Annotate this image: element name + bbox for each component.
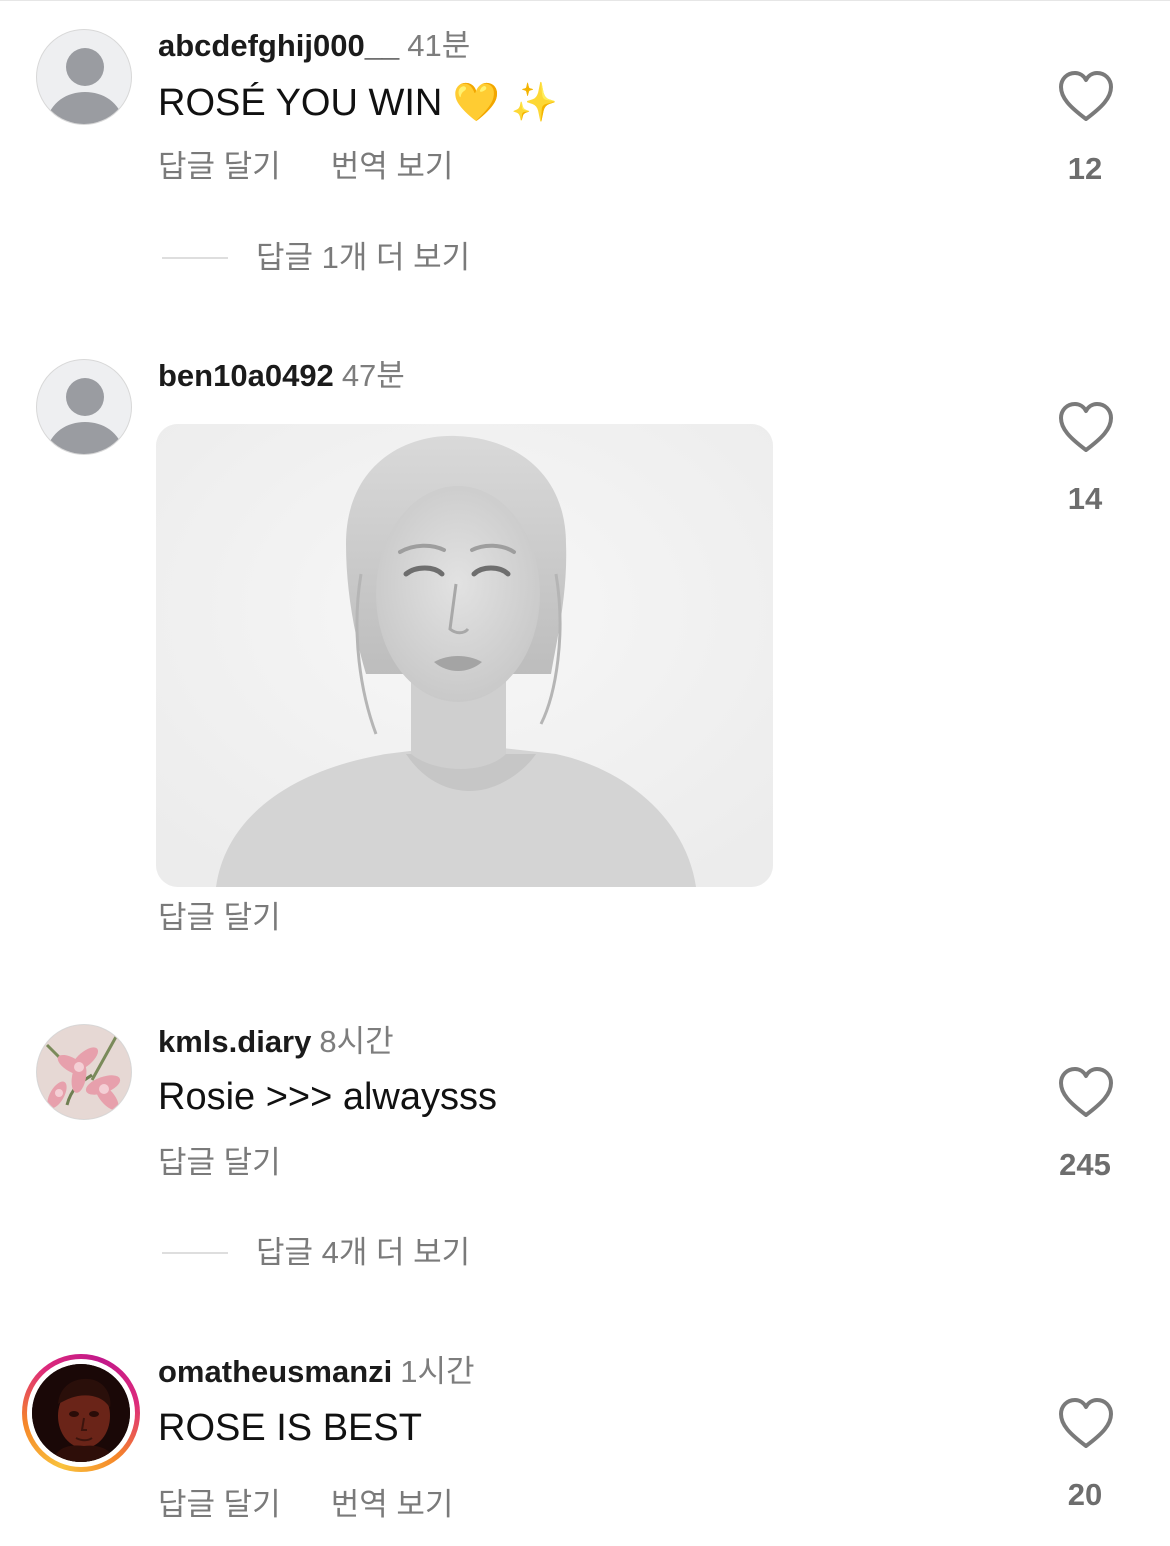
avatar-photo [32, 1364, 130, 1462]
comment-header: omatheusmanzi 1시간 [158, 1352, 475, 1392]
comment-body: ROSE IS BEST [158, 1407, 422, 1449]
comment-text: Rosie >>> alwaysss [158, 1073, 497, 1121]
portrait-image [156, 424, 773, 887]
avatar-flowers[interactable] [36, 1024, 132, 1120]
comment-actions: 답글 달기 [158, 1143, 281, 1183]
comment-body: ROSÉ YOU WIN [158, 82, 453, 124]
yellow-heart-emoji: 💛 [452, 80, 501, 124]
lily-flowers-image [37, 1025, 131, 1119]
heart-outline-icon[interactable] [1056, 67, 1116, 127]
like-count: 14 [1067, 481, 1103, 516]
comment-body: Rosie >>> alwaysss [158, 1076, 497, 1118]
man-portrait-image [32, 1364, 130, 1462]
reply-button[interactable]: 답글 달기 [158, 1487, 281, 1522]
timestamp: 47분 [341, 358, 405, 393]
view-more-replies-label: 답글 1개 더 보기 [256, 240, 471, 275]
timestamp: 41분 [407, 28, 471, 63]
comment-photo[interactable] [156, 424, 773, 887]
username[interactable]: ben10a0492 [158, 358, 334, 393]
view-more-replies[interactable]: 답글 1개 더 보기 [162, 238, 470, 278]
view-more-replies[interactable]: 답글 4개 더 보기 [162, 1233, 470, 1273]
translate-button[interactable]: 번역 보기 [331, 149, 454, 184]
comment-actions: 답글 달기 번역 보기 [158, 1485, 453, 1525]
person-silhouette-icon [45, 378, 125, 454]
comment-text: ROSE IS BEST [158, 1404, 422, 1452]
username[interactable]: omatheusmanzi [158, 1354, 392, 1389]
sparkles-emoji: ✨ [510, 80, 559, 124]
comment-header: kmls.diary 8시간 [158, 1022, 394, 1062]
reply-thread-line [162, 257, 228, 259]
timestamp: 8시간 [319, 1024, 394, 1059]
reply-button[interactable]: 답글 달기 [158, 900, 281, 935]
like-count: 12 [1067, 151, 1103, 186]
like-count: 20 [1067, 1477, 1103, 1512]
timestamp: 1시간 [400, 1354, 475, 1389]
top-divider [0, 0, 1170, 1]
reply-button[interactable]: 답글 달기 [158, 1145, 281, 1180]
avatar-default[interactable] [36, 29, 132, 125]
comment-text: ROSÉ YOU WIN 💛 ✨ [158, 78, 558, 127]
reply-button[interactable]: 답글 달기 [158, 149, 281, 184]
heart-outline-icon[interactable] [1056, 398, 1116, 458]
reply-thread-line [162, 1252, 228, 1254]
comment-actions: 답글 달기 [158, 898, 281, 938]
heart-outline-icon[interactable] [1056, 1394, 1116, 1454]
avatar-default[interactable] [36, 359, 132, 455]
like-count: 245 [1059, 1147, 1111, 1182]
comment-header: abcdefghij000__ 41분 [158, 26, 470, 66]
heart-outline-icon[interactable] [1056, 1063, 1116, 1123]
username[interactable]: kmls.diary [158, 1024, 311, 1059]
comment-header: ben10a0492 47분 [158, 356, 405, 396]
username[interactable]: abcdefghij000__ [158, 28, 399, 63]
view-more-replies-label: 답글 4개 더 보기 [256, 1235, 471, 1270]
person-silhouette-icon [45, 48, 125, 124]
translate-button[interactable]: 번역 보기 [331, 1487, 454, 1522]
comment-actions: 답글 달기 번역 보기 [158, 147, 453, 187]
avatar-story-ring[interactable] [22, 1354, 140, 1472]
